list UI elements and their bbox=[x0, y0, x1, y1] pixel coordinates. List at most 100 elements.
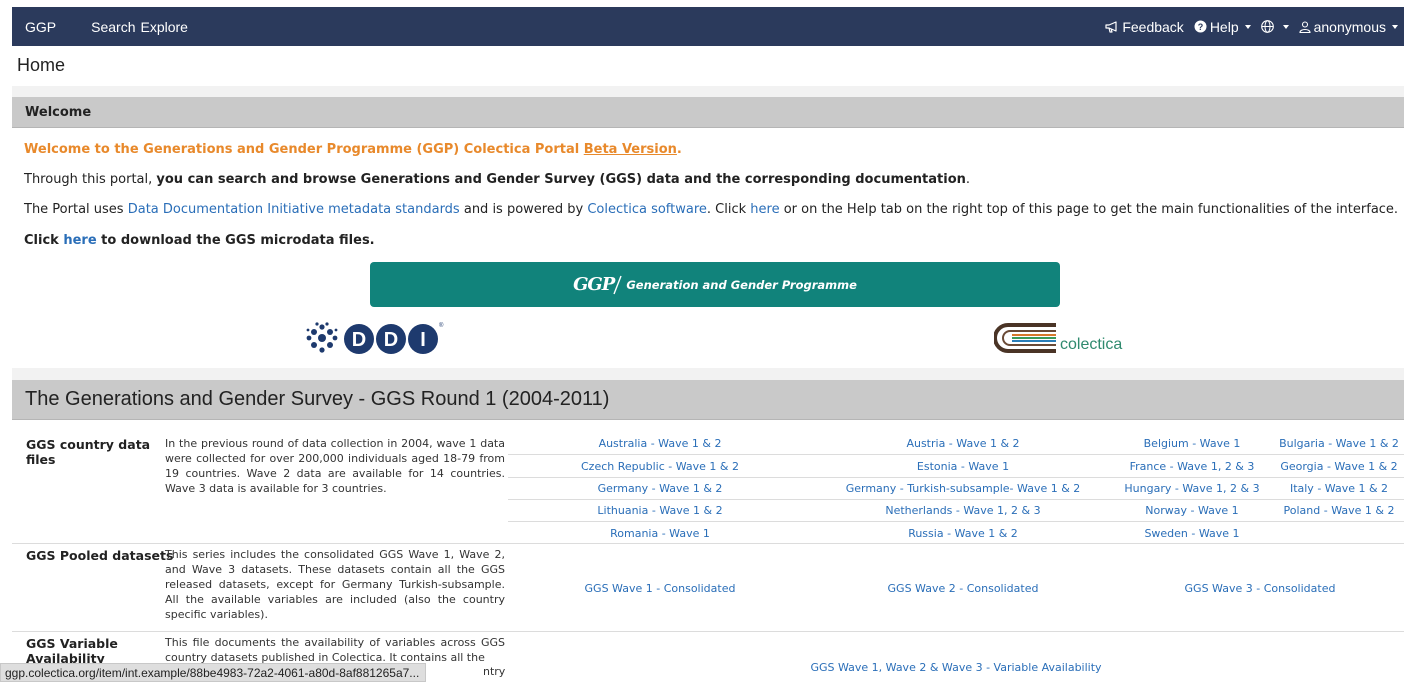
megaphone-icon bbox=[1105, 20, 1117, 33]
page-title: Home bbox=[17, 55, 66, 75]
spacer-band bbox=[12, 86, 1404, 97]
row-divider bbox=[508, 454, 1404, 455]
row-divider bbox=[508, 499, 1404, 500]
page: GGP Search Explore Feedback ? Help anony… bbox=[0, 0, 1404, 682]
colectica-logo[interactable]: colectica bbox=[994, 323, 1122, 353]
portal-text-b: and is powered by bbox=[459, 202, 588, 217]
feedback-label: Feedback bbox=[1122, 18, 1184, 35]
beta-version-link[interactable]: Beta Version bbox=[584, 142, 677, 157]
portal-text-d: or on the Help tab on the right top of t… bbox=[779, 202, 1399, 217]
colectica-mark-icon bbox=[994, 323, 1056, 353]
chevron-down-icon bbox=[1392, 24, 1398, 29]
row-divider bbox=[12, 631, 1404, 632]
row-title-country-files: GGS country data files bbox=[26, 437, 151, 467]
colectica-software-link[interactable]: Colectica software bbox=[587, 202, 707, 217]
spacer-band bbox=[12, 368, 1404, 380]
country-link[interactable]: Lithuania - Wave 1 & 2 bbox=[510, 504, 810, 517]
row-desc-availability: This file documents the availability of … bbox=[165, 636, 505, 664]
ddi-letter-d1: D bbox=[352, 329, 366, 351]
user-dropdown[interactable]: anonymous bbox=[1299, 19, 1398, 35]
country-link[interactable]: Sweden - Wave 1 bbox=[1116, 527, 1268, 540]
country-link[interactable]: Czech Republic - Wave 1 & 2 bbox=[510, 460, 810, 473]
pooled-link-wave1[interactable]: GGS Wave 1 - Consolidated bbox=[510, 582, 810, 595]
ddi-standards-link[interactable]: Data Documentation Initiative metadata s… bbox=[128, 202, 460, 217]
ggp-logo-mark: GGP bbox=[573, 274, 615, 295]
colectica-wordmark: colectica bbox=[1060, 336, 1123, 353]
headline-text: Welcome to the Generations and Gender Pr… bbox=[24, 142, 584, 157]
country-link[interactable]: Germany - Wave 1 & 2 bbox=[510, 482, 810, 495]
variable-availability-link[interactable]: GGS Wave 1, Wave 2 & Wave 3 - Variable A… bbox=[508, 661, 1404, 674]
chevron-down-icon bbox=[1282, 24, 1289, 29]
country-link[interactable]: Australia - Wave 1 & 2 bbox=[510, 437, 810, 450]
country-link[interactable]: Georgia - Wave 1 & 2 bbox=[1268, 460, 1404, 473]
row-divider bbox=[508, 521, 1404, 522]
top-navbar: GGP Search Explore Feedback ? Help anony… bbox=[12, 7, 1404, 46]
download-line: Click here to download the GGS microdata… bbox=[24, 233, 375, 248]
country-link[interactable]: Netherlands - Wave 1, 2 & 3 bbox=[810, 504, 1116, 517]
help-label: Help bbox=[1209, 18, 1239, 35]
question-circle-icon: ? bbox=[1194, 20, 1207, 33]
user-label: anonymous bbox=[1313, 18, 1386, 35]
ddi-letter-d2: D bbox=[384, 329, 398, 351]
country-link[interactable]: Austria - Wave 1 & 2 bbox=[810, 437, 1116, 450]
ggs-section-header: The Generations and Gender Survey - GGS … bbox=[12, 380, 1404, 420]
ggp-swoosh-icon bbox=[613, 275, 622, 294]
feedback-link[interactable]: Feedback bbox=[1105, 18, 1184, 35]
ggp-banner[interactable]: GGP Generation and Gender Programme bbox=[370, 262, 1060, 307]
svg-text:?: ? bbox=[1198, 22, 1204, 32]
country-link[interactable]: Russia - Wave 1 & 2 bbox=[810, 527, 1116, 540]
nav-explore-link[interactable]: Explore bbox=[140, 19, 187, 35]
welcome-intro-line: Through this portal, you can search and … bbox=[24, 172, 970, 187]
country-link[interactable]: Romania - Wave 1 bbox=[510, 527, 810, 540]
ddi-registered-mark: ® bbox=[439, 322, 444, 329]
user-icon bbox=[1299, 20, 1311, 33]
row-desc-country-files: In the previous round of data collection… bbox=[165, 437, 505, 495]
country-link[interactable]: Norway - Wave 1 bbox=[1116, 504, 1268, 517]
country-link[interactable]: Germany - Turkish-subsample- Wave 1 & 2 bbox=[810, 482, 1116, 495]
browser-status-bar: ggp.colectica.org/item/int.example/88be4… bbox=[0, 663, 427, 682]
download-here-link[interactable]: here bbox=[63, 233, 96, 248]
ddi-logo[interactable]: D D I ® bbox=[305, 321, 445, 361]
country-link[interactable]: Bulgaria - Wave 1 & 2 bbox=[1268, 437, 1404, 450]
welcome-header-label: Welcome bbox=[25, 105, 92, 120]
globe-icon bbox=[1260, 20, 1274, 33]
row-desc-pooled: This series includes the consolidated GG… bbox=[165, 548, 505, 621]
ggp-banner-title: Generation and Gender Programme bbox=[626, 277, 857, 292]
chevron-down-icon bbox=[1244, 24, 1251, 29]
row-divider bbox=[508, 477, 1404, 478]
pooled-link-wave2[interactable]: GGS Wave 2 - Consolidated bbox=[810, 582, 1116, 595]
portal-text-c: . Click bbox=[706, 202, 751, 217]
country-link[interactable]: Italy - Wave 1 & 2 bbox=[1268, 482, 1404, 495]
country-link[interactable]: Hungary - Wave 1, 2 & 3 bbox=[1116, 482, 1268, 495]
portal-text-a: The Portal uses bbox=[24, 202, 128, 217]
brand-link[interactable]: GGP bbox=[25, 19, 56, 35]
download-text-a: Click bbox=[24, 233, 64, 248]
ggs-section-title: The Generations and Gender Survey - GGS … bbox=[25, 388, 610, 410]
country-link[interactable]: Estonia - Wave 1 bbox=[810, 460, 1116, 473]
welcome-section-header: Welcome bbox=[12, 97, 1404, 128]
help-dropdown[interactable]: ? Help bbox=[1194, 19, 1251, 35]
row-title-availability: GGS Variable Availability bbox=[26, 636, 118, 666]
language-dropdown[interactable] bbox=[1260, 20, 1289, 33]
intro-end: . bbox=[965, 172, 971, 187]
intro-text: Through this portal, bbox=[24, 172, 157, 187]
intro-bold-text: you can search and browse Generations an… bbox=[156, 172, 966, 187]
welcome-headline: Welcome to the Generations and Gender Pr… bbox=[24, 142, 682, 157]
ggp-logo: GGP Generation and Gender Programme bbox=[573, 274, 857, 295]
download-text-b: to download the GGS microdata files. bbox=[96, 233, 375, 248]
row-title-pooled: GGS Pooled datasets bbox=[26, 548, 174, 563]
row-desc-overflow-text: ntry bbox=[483, 665, 506, 678]
status-url: ggp.colectica.org/item/int.example/88be4… bbox=[5, 666, 420, 680]
nav-search-link[interactable]: Search bbox=[91, 19, 135, 35]
country-link[interactable]: Belgium - Wave 1 bbox=[1116, 437, 1268, 450]
welcome-portal-line: The Portal uses Data Documentation Initi… bbox=[24, 202, 1398, 217]
navbar-right-group: Feedback ? Help anonymous bbox=[1095, 7, 1398, 46]
country-link[interactable]: Poland - Wave 1 & 2 bbox=[1268, 504, 1404, 517]
pooled-link-wave3[interactable]: GGS Wave 3 - Consolidated bbox=[1116, 582, 1404, 595]
ddi-logo-graphic: D D I ® bbox=[306, 322, 444, 354]
row-divider bbox=[12, 543, 1404, 544]
ddi-letter-i: I bbox=[420, 329, 426, 351]
help-here-link[interactable]: here bbox=[750, 202, 779, 217]
headline-end: . bbox=[676, 142, 682, 157]
country-link[interactable]: France - Wave 1, 2 & 3 bbox=[1116, 460, 1268, 473]
